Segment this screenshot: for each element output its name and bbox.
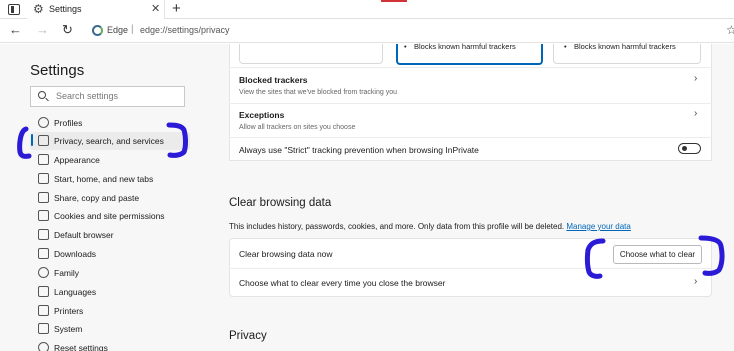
chevron-right-icon[interactable]: › (694, 276, 697, 287)
divider (229, 268, 712, 269)
sidebar-item-privacy[interactable]: Privacy, search, and services (30, 132, 190, 150)
blocked-trackers-subtitle: View the sites that we've blocked from t… (239, 89, 398, 96)
sidebar-item-label: System (54, 324, 83, 334)
sidebar-item-label: Cookies and site permissions (54, 211, 165, 221)
browser-icon (38, 229, 49, 240)
sidebar-item-languages[interactable]: Languages (30, 283, 190, 301)
edge-logo-icon (92, 25, 103, 36)
sidebar-item-label: Languages (54, 287, 97, 297)
clear-data-description-text: This includes history, passwords, cookie… (229, 222, 565, 231)
address-separator: | (131, 24, 134, 35)
tab-settings[interactable]: ⚙ Settings ✕ (27, 0, 165, 19)
sidebar-item-label: Start, home, and new tabs (54, 174, 154, 184)
sidebar-item-label: Profiles (54, 118, 83, 128)
back-arrow-icon[interactable]: ← (9, 22, 22, 38)
search-placeholder: Search settings (56, 91, 119, 101)
power-icon (38, 173, 49, 184)
card-bullet: • (404, 42, 407, 51)
sidebar-item-label: Family (54, 268, 80, 278)
tab-title: Settings (49, 4, 82, 14)
sidebar-item-label: Reset settings (54, 343, 108, 351)
page-title: Settings (30, 62, 85, 79)
sidebar-item-label: Downloads (54, 249, 97, 259)
forward-arrow-icon[interactable]: → (36, 22, 49, 38)
toggle-knob (682, 146, 687, 151)
sidebar-item-printers[interactable]: Printers (30, 302, 190, 320)
sidebar-item-label: Printers (54, 306, 84, 316)
tab-strip: ⚙ Settings ✕ + (0, 0, 734, 19)
printer-icon (38, 305, 49, 316)
sidebar-item-cookies[interactable]: Cookies and site permissions (30, 207, 190, 225)
share-icon (38, 192, 49, 203)
edge-label: Edge (107, 25, 129, 35)
strict-inprivate-label: Always use "Strict" tracking prevention … (239, 145, 479, 155)
cookie-icon (38, 210, 49, 221)
card-bullet: • (564, 42, 567, 51)
strict-inprivate-toggle[interactable] (678, 143, 701, 154)
lock-icon (38, 135, 49, 146)
chevron-right-icon[interactable]: › (694, 73, 697, 84)
sidebar-item-family[interactable]: Family (30, 264, 190, 282)
blocked-trackers-title[interactable]: Blocked trackers (239, 75, 308, 85)
divider (229, 67, 712, 68)
appearance-icon (38, 154, 49, 165)
exceptions-subtitle: Allow all trackers on sites you choose (239, 124, 356, 131)
sidebar-item-label: Default browser (54, 230, 114, 240)
language-icon (38, 286, 49, 297)
search-icon (38, 91, 46, 99)
card-text: Blocks known harmful trackers (574, 42, 676, 51)
sidebar-item-reset[interactable]: Reset settings (30, 339, 190, 351)
choose-what-to-clear-button[interactable]: Choose what to clear (613, 245, 702, 264)
privacy-title: Privacy (229, 330, 267, 342)
download-icon (38, 248, 49, 259)
chevron-right-icon[interactable]: › (694, 108, 697, 119)
reset-icon (38, 342, 49, 351)
tab-actions-icon[interactable] (8, 4, 20, 15)
sidebar-item-label: Privacy, search, and services (54, 136, 164, 146)
close-icon[interactable]: ✕ (151, 2, 160, 15)
sidebar-item-start-home[interactable]: Start, home, and new tabs (30, 170, 190, 188)
exceptions-title[interactable]: Exceptions (239, 110, 284, 120)
sidebar-item-default-browser[interactable]: Default browser (30, 226, 190, 244)
clear-now-label: Clear browsing data now (239, 249, 333, 259)
sidebar-item-label: Share, copy and paste (54, 193, 140, 203)
sidebar-item-appearance[interactable]: Appearance (30, 151, 190, 169)
family-icon (38, 267, 49, 278)
sidebar-item-share[interactable]: Share, copy and paste (30, 189, 190, 207)
tracking-card-basic[interactable] (239, 44, 383, 64)
clear-data-description: This includes history, passwords, cookie… (229, 222, 631, 231)
sidebar-item-label: Appearance (54, 155, 100, 165)
card-text: Blocks known harmful trackers (414, 42, 516, 51)
clear-on-close-label[interactable]: Choose what to clear every time you clos… (239, 278, 445, 288)
new-tab-button[interactable]: + (172, 0, 181, 18)
system-icon (38, 323, 49, 334)
clear-data-title: Clear browsing data (229, 197, 332, 209)
address-bar: ← → ↻ Edge | edge://settings/privacy ☆ (0, 19, 734, 43)
active-indicator (31, 134, 33, 146)
sidebar-item-downloads[interactable]: Downloads (30, 245, 190, 263)
divider (229, 103, 712, 104)
gear-icon: ⚙ (33, 2, 44, 16)
divider (229, 137, 712, 138)
sidebar-item-system[interactable]: System (30, 320, 190, 338)
manage-data-link[interactable]: Manage your data (566, 222, 631, 231)
favorite-star-icon[interactable]: ☆ (726, 23, 734, 37)
sidebar-item-profiles[interactable]: Profiles (30, 114, 190, 132)
profile-icon (38, 117, 49, 128)
window-accent (381, 0, 407, 2)
refresh-icon[interactable]: ↻ (62, 22, 73, 38)
url-input[interactable]: edge://settings/privacy (140, 25, 230, 35)
